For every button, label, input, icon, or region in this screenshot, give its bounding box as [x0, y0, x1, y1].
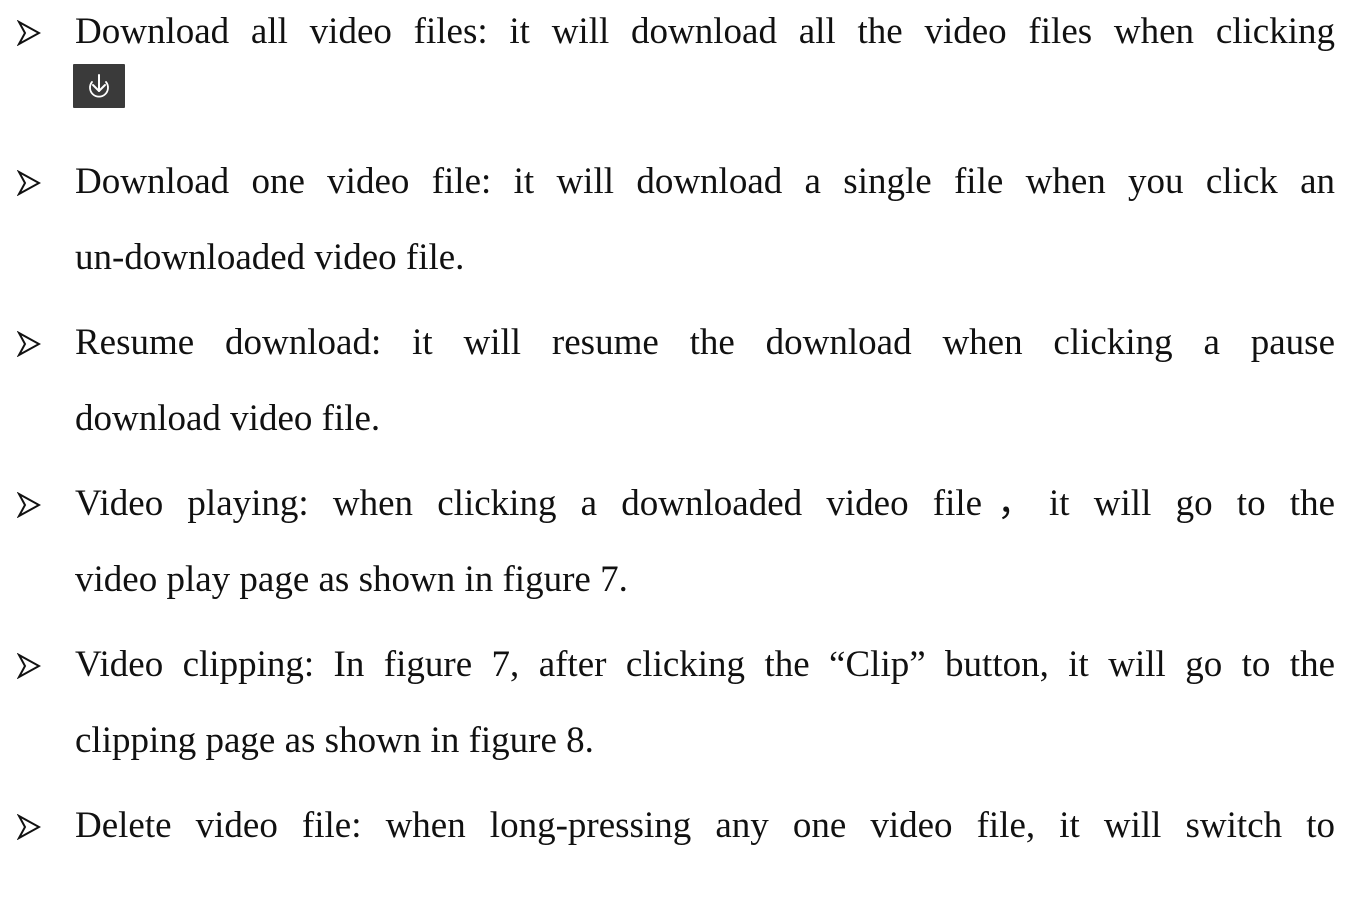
- bullet-text-line-1: Delete video file: when long-pressing an…: [75, 805, 1335, 846]
- arrow-bullet-icon: [17, 492, 41, 518]
- arrow-bullet-icon: [17, 331, 41, 357]
- bullet-video-playing: Video playing: when clicking a downloade…: [0, 482, 1347, 632]
- download-icon[interactable]: [73, 64, 125, 108]
- bullet-text-line-2: download video file.: [75, 398, 381, 439]
- bullet-text-line-1: Resume download: it will resume the down…: [75, 322, 1335, 363]
- bullet-text-line-1: Video clipping: In figure 7, after click…: [75, 644, 1335, 685]
- document-page: Download all video files: it will downlo…: [0, 0, 1347, 907]
- bullet-video-clipping: Video clipping: In figure 7, after click…: [0, 643, 1347, 793]
- bullet-delete-video: Delete video file: when long-pressing an…: [0, 804, 1347, 864]
- bullet-text-line-2: un-downloaded video file.: [75, 237, 465, 278]
- bullet-resume-download: Resume download: it will resume the down…: [0, 321, 1347, 471]
- arrow-bullet-icon: [17, 170, 41, 196]
- arrow-bullet-icon: [17, 20, 41, 46]
- arrow-bullet-icon: [17, 653, 41, 679]
- bullet-text-line-1: Video playing: when clicking a downloade…: [75, 483, 1335, 524]
- arrow-bullet-icon: [17, 814, 41, 840]
- bullet-text-line-1: Download all video files: it will downlo…: [75, 11, 1335, 52]
- bullet-text-line-2: clipping page as shown in figure 8.: [75, 720, 594, 761]
- bullet-download-one: Download one video file: it will downloa…: [0, 160, 1347, 310]
- bullet-download-all: Download all video files: it will downlo…: [0, 10, 1347, 130]
- bullet-text-line-2: video play page as shown in figure 7.: [75, 559, 628, 600]
- bullet-text-line-1: Download one video file: it will downloa…: [75, 161, 1335, 202]
